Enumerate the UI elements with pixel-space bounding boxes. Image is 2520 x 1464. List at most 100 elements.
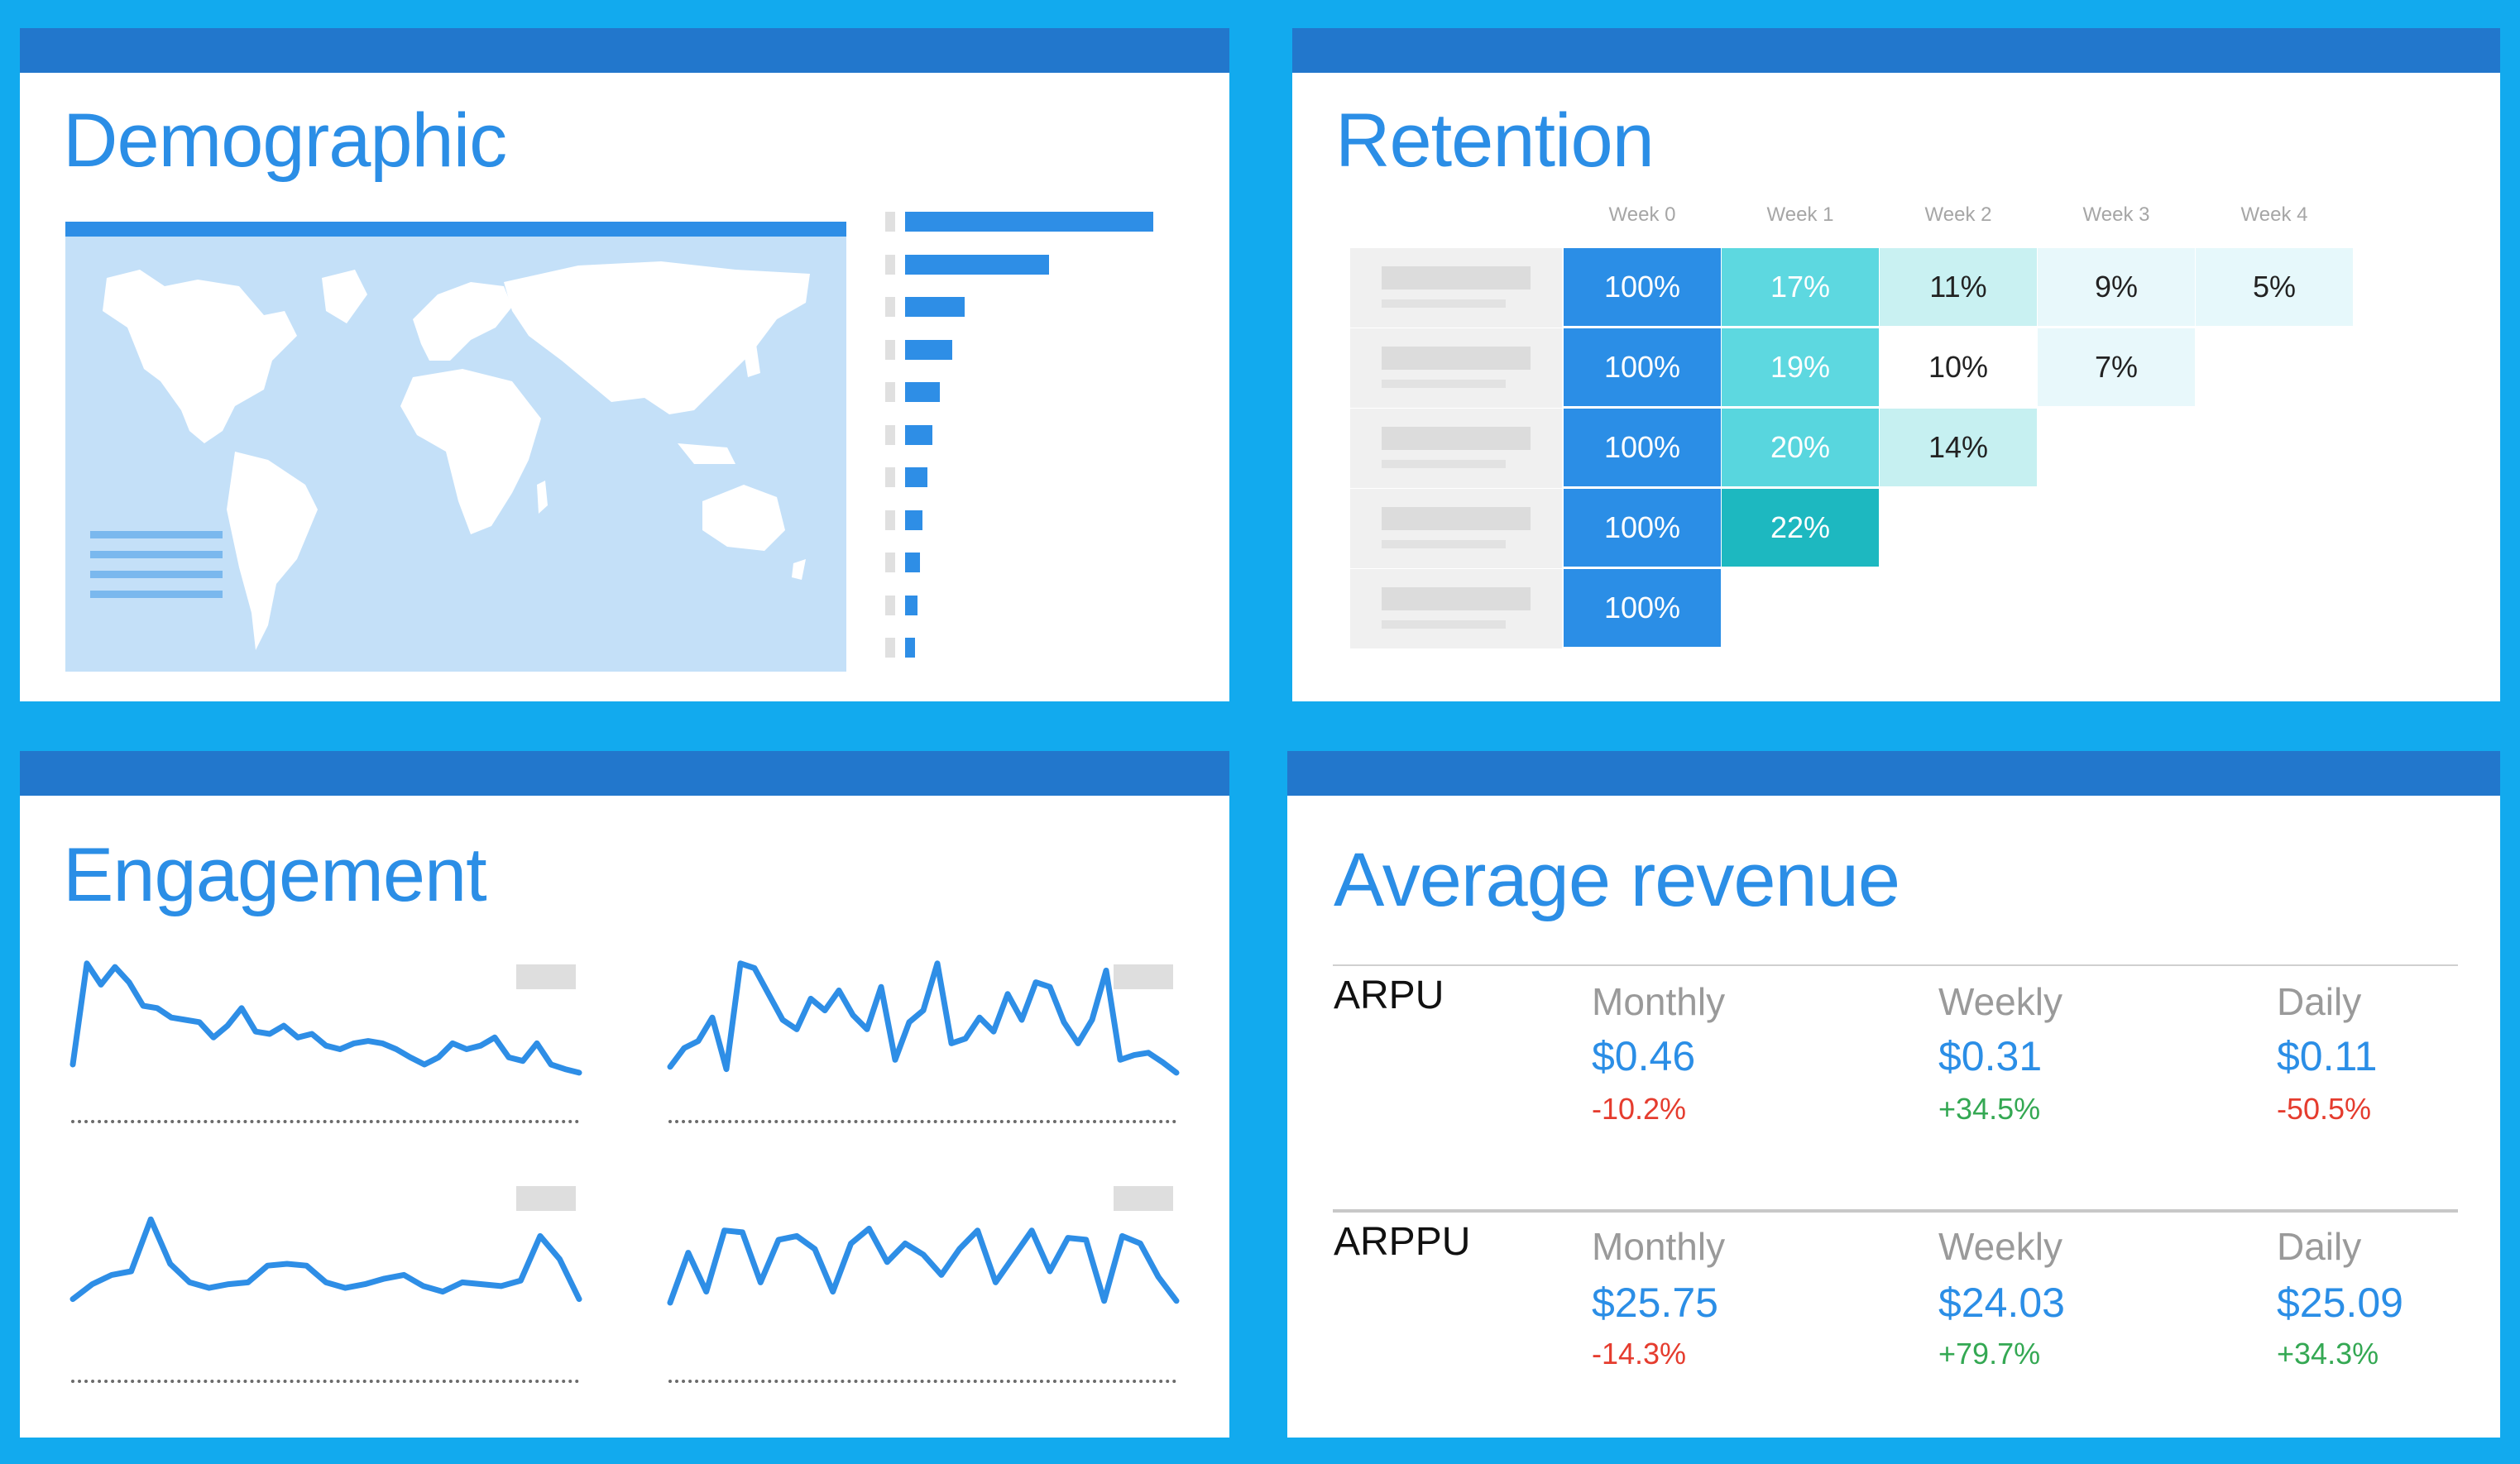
sparkline-label-placeholder (516, 1186, 576, 1211)
country-bar-row[interactable] (885, 638, 1158, 658)
country-bar (905, 254, 1049, 275)
retention-cell[interactable]: 17% (1722, 248, 1879, 326)
retention-cell[interactable]: 20% (1722, 409, 1879, 486)
engagement-sparkline[interactable] (69, 958, 599, 1082)
revenue-header-bar (1287, 751, 2500, 796)
period-label: Monthly (1592, 1225, 1726, 1268)
metric-value: $0.31 (1938, 1033, 2043, 1079)
retention-cell[interactable]: 7% (2038, 328, 2195, 406)
cohort-label-line (1382, 620, 1506, 629)
sparkline-label-placeholder (1114, 1186, 1173, 1211)
sparkline-baseline (668, 1120, 1176, 1123)
engagement-sparkline[interactable] (667, 1214, 1196, 1313)
country-bar-row[interactable] (885, 553, 1158, 572)
bar-label-placeholder (885, 553, 895, 572)
country-bar-row[interactable] (885, 297, 1158, 317)
cohort-label-line (1382, 540, 1506, 548)
cohort-label (1350, 409, 1562, 488)
cohort-label (1350, 328, 1562, 408)
engagement-sparkline[interactable] (667, 958, 1196, 1082)
bar-label-placeholder (885, 467, 895, 487)
country-bar-row[interactable] (885, 254, 1158, 275)
map-legend-line (90, 531, 223, 538)
world-map-icon (103, 261, 810, 650)
cohort-label (1350, 248, 1562, 328)
retention-cell[interactable]: 14% (1880, 409, 2037, 486)
period-label: Daily (2277, 980, 2362, 1023)
world-map[interactable] (65, 222, 846, 687)
metric-name-arppu: ARPPU (1334, 1220, 1471, 1264)
demographic-title: Demographic (63, 98, 507, 183)
demographic-panel: Demographic (20, 28, 1229, 701)
retention-cell[interactable]: 100% (1564, 569, 1721, 647)
period-label: Daily (2277, 1225, 2362, 1268)
country-bar (905, 297, 965, 317)
engagement-title: Engagement (63, 833, 487, 917)
country-bar-row[interactable] (885, 382, 1158, 402)
metric-value: $0.46 (1592, 1033, 1696, 1079)
country-bar (905, 424, 932, 445)
week-header: Week 3 (2082, 203, 2150, 226)
retention-cell[interactable]: 19% (1722, 328, 1879, 406)
map-header-strip (65, 222, 846, 237)
change-value: +79.7% (1938, 1337, 2041, 1371)
divider (1333, 964, 2458, 966)
bar-label-placeholder (885, 638, 895, 658)
retention-cell[interactable]: 11% (1880, 248, 2037, 326)
retention-cell[interactable]: 100% (1564, 409, 1721, 486)
retention-cell[interactable]: 9% (2038, 248, 2195, 326)
retention-cell[interactable]: 100% (1564, 328, 1721, 406)
cohort-label-line (1382, 266, 1531, 289)
bar-label-placeholder (885, 595, 895, 615)
country-bar (905, 382, 940, 402)
divider (1333, 1209, 2458, 1213)
map-legend-line (90, 551, 223, 558)
country-bar (905, 553, 920, 572)
bar-label-placeholder (885, 510, 895, 530)
metric-value: $24.03 (1938, 1280, 2065, 1326)
sparkline-series (667, 1225, 1180, 1306)
cohort-label-line (1382, 507, 1531, 530)
country-bar (905, 595, 917, 615)
cohort-label (1350, 489, 1562, 568)
country-bar-row[interactable] (885, 510, 1158, 530)
change-value: -10.2% (1592, 1092, 1687, 1126)
bar-label-placeholder (885, 339, 895, 360)
change-value: -50.5% (2277, 1092, 2372, 1126)
country-bar-row[interactable] (885, 212, 1158, 232)
retention-panel: Retention Week 0 Week 1 Week 2 Week 3 We… (1292, 28, 2500, 701)
retention-cell[interactable]: 100% (1564, 489, 1721, 567)
week-header: Week 4 (2240, 203, 2308, 226)
country-bar-row[interactable] (885, 424, 1158, 445)
cohort-label-line (1382, 380, 1506, 388)
bar-label-placeholder (885, 424, 895, 445)
bar-label-placeholder (885, 297, 895, 317)
change-value: +34.5% (1938, 1092, 2041, 1126)
average-revenue-panel: Average revenue ARPU Monthly $0.46 -10.2… (1287, 751, 2500, 1438)
bar-label-placeholder (885, 382, 895, 402)
metric-value: $25.09 (2277, 1280, 2403, 1326)
cohort-label-line (1382, 347, 1531, 370)
metric-value: $25.75 (1592, 1280, 1718, 1326)
retention-cell[interactable]: 100% (1564, 248, 1721, 326)
country-bar (905, 212, 1153, 232)
demographic-header-bar (20, 28, 1229, 73)
engagement-sparkline[interactable] (69, 1214, 599, 1313)
cohort-label-line (1382, 299, 1506, 308)
retention-header-bar (1292, 28, 2500, 73)
country-bar-row[interactable] (885, 339, 1158, 360)
engagement-panel: Engagement (20, 751, 1229, 1438)
engagement-header-bar (20, 751, 1229, 796)
bar-label-placeholder (885, 254, 895, 275)
sparkline-series (69, 960, 582, 1076)
map-legend-line (90, 571, 223, 578)
country-bar (905, 339, 952, 360)
retention-cell[interactable]: 10% (1880, 328, 2037, 406)
retention-cell[interactable]: 22% (1722, 489, 1879, 567)
cohort-label-line (1382, 427, 1531, 450)
retention-cell[interactable]: 5% (2196, 248, 2353, 326)
sparkline-baseline (668, 1380, 1176, 1383)
change-value: -14.3% (1592, 1337, 1687, 1371)
country-bar-row[interactable] (885, 467, 1158, 487)
country-bar-row[interactable] (885, 595, 1158, 615)
